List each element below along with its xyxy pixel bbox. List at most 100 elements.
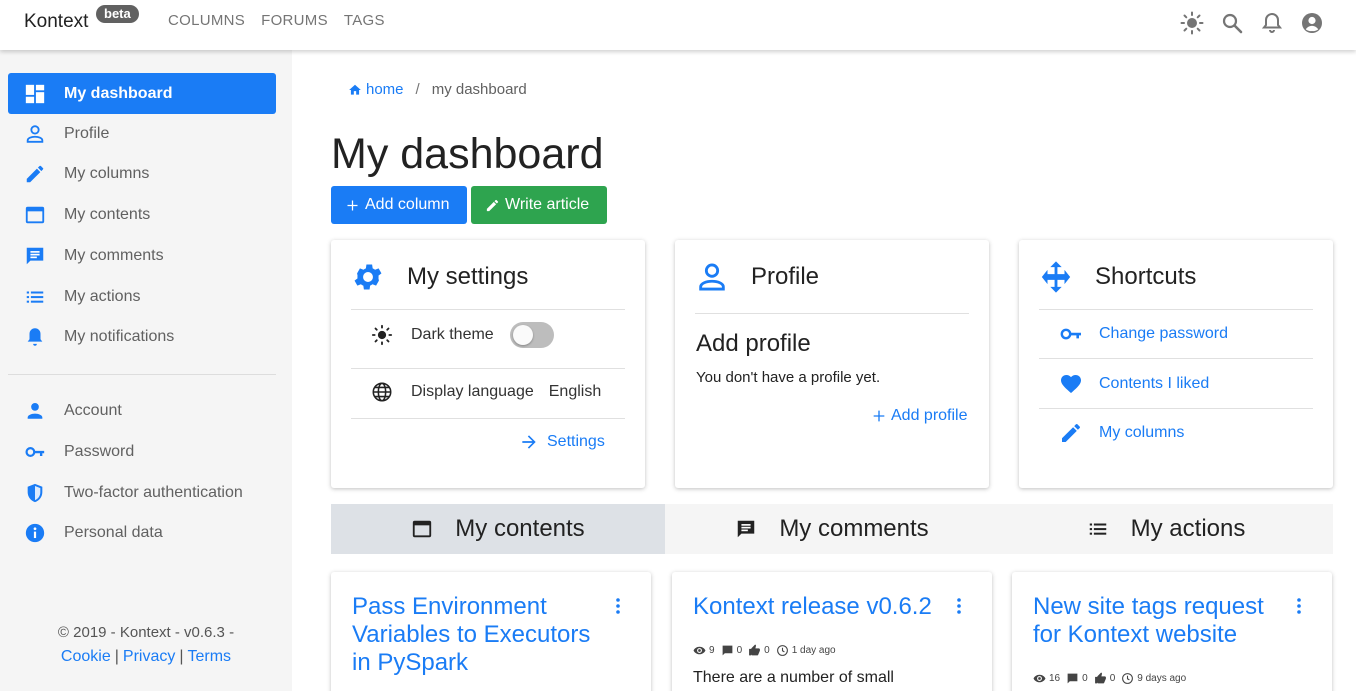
my-columns-link[interactable]: My columns [1059, 421, 1184, 445]
add-profile-link[interactable]: Add profile [871, 407, 968, 425]
tab-my-contents[interactable]: My contents [331, 504, 665, 554]
tab-my-comments[interactable]: My comments [665, 504, 999, 554]
comment-icon [722, 645, 732, 656]
change-password-link[interactable]: Change password [1059, 322, 1228, 346]
globe-icon [372, 382, 392, 402]
sidebar-item-my-columns[interactable]: My columns [8, 153, 276, 194]
settings-link-label: Settings [547, 433, 605, 450]
theme-icon[interactable] [1180, 11, 1204, 35]
post-meta: 16 0 0 9 days ago [1033, 672, 1192, 685]
thumb-up-icon [1094, 672, 1106, 684]
privacy-link[interactable]: Privacy [123, 648, 175, 665]
display-language-label: Display language [411, 383, 534, 400]
add-column-label: Add column [365, 196, 450, 213]
pencil-icon [26, 165, 44, 183]
plus-icon [347, 200, 358, 210]
sidebar-item-label: Profile [64, 124, 110, 142]
content-tabs: My contents My comments My actions [331, 504, 1333, 554]
display-language-value[interactable]: English [549, 383, 601, 401]
more-vert-icon[interactable] [1290, 597, 1308, 615]
sidebar: My dashboard Profile My columns My conte… [0, 50, 292, 691]
more-vert-icon[interactable] [609, 597, 627, 615]
view-count: 9 [709, 645, 715, 656]
sidebar-item-account[interactable]: Account [8, 390, 276, 431]
post-card: Kontext release v0.6.2 9 0 0 1 day ago T… [672, 572, 992, 691]
sidebar-item-personal-data[interactable]: Personal data [8, 512, 276, 553]
cookie-link[interactable]: Cookie [61, 648, 111, 665]
sidebar-item-two-factor-authentication[interactable]: Two-factor authentication [8, 472, 276, 513]
bell-icon[interactable] [1260, 11, 1284, 35]
sidebar-item-my-notifications[interactable]: My notifications [8, 316, 276, 357]
person-icon [27, 403, 43, 419]
key-icon [1060, 328, 1081, 340]
contents-liked-link[interactable]: Contents I liked [1059, 372, 1209, 396]
more-vert-icon[interactable] [950, 597, 968, 615]
change-password-label: Change password [1099, 325, 1228, 342]
add-column-button[interactable]: Add column [331, 186, 467, 224]
breadcrumb-current: my dashboard [431, 81, 527, 98]
dark-theme-label: Dark theme [411, 326, 494, 343]
nav-columns[interactable]: COLUMNS [168, 12, 245, 29]
window-icon [413, 520, 432, 538]
comment-icon [26, 247, 44, 265]
post-time: 9 days ago [1137, 673, 1187, 684]
nav-tags[interactable]: TAGS [344, 12, 385, 29]
post-title[interactable]: New site tags request for Kontext websit… [1033, 593, 1283, 649]
comment-icon [1067, 673, 1078, 684]
display-language-row: Display language English [371, 381, 601, 403]
search-icon[interactable] [1220, 11, 1244, 35]
gear-icon [354, 264, 382, 290]
settings-card: My settings Dark theme Display language … [331, 240, 645, 488]
window-icon [25, 206, 45, 224]
my-columns-label: My columns [1099, 424, 1185, 441]
top-app-bar: Kontext beta COLUMNS FORUMS TAGS [0, 0, 1356, 50]
tab-my-actions[interactable]: My actions [999, 504, 1333, 554]
breadcrumb: home / my dashboard [348, 81, 527, 98]
write-article-button[interactable]: Write article [471, 186, 607, 224]
sidebar-item-my-actions[interactable]: My actions [8, 276, 276, 317]
comment-count: 0 [1082, 673, 1088, 684]
settings-link[interactable]: Settings [519, 432, 605, 452]
like-count: 0 [1109, 673, 1116, 684]
post-time: 1 day ago [791, 645, 836, 656]
dark-theme-row: Dark theme [371, 322, 554, 348]
person-icon [26, 125, 44, 143]
dark-theme-toggle[interactable] [509, 322, 554, 348]
sidebar-item-my-dashboard[interactable]: My dashboard [8, 73, 276, 114]
sidebar-item-label: My contents [64, 205, 151, 223]
arrow-right-icon [522, 435, 536, 449]
eye-icon [693, 646, 706, 655]
sidebar-item-password[interactable]: Password [8, 431, 276, 472]
bell-icon [27, 328, 43, 346]
sidebar-item-label: Account [64, 401, 122, 419]
eye-icon [1033, 674, 1046, 683]
comment-icon [738, 520, 755, 538]
plus-icon [873, 410, 885, 422]
post-title[interactable]: Pass Environment Variables to Executors … [352, 593, 602, 677]
nav-forums[interactable]: FORUMS [261, 12, 328, 29]
breadcrumb-home[interactable]: home [366, 81, 404, 98]
info-icon [25, 523, 45, 543]
view-count: 16 [1049, 673, 1061, 684]
home-icon[interactable] [348, 83, 362, 97]
sidebar-item-my-contents[interactable]: My contents [8, 194, 276, 235]
sidebar-item-label: My columns [64, 164, 150, 182]
settings-card-title: My settings [407, 263, 529, 290]
profile-card-title: Profile [751, 263, 820, 290]
pencil-icon [1062, 424, 1080, 442]
divider [351, 309, 625, 310]
sidebar-item-my-comments[interactable]: My comments [8, 235, 276, 276]
clock-icon [1122, 673, 1134, 684]
profile-empty-text: You don't have a profile yet. [696, 369, 881, 386]
terms-link[interactable]: Terms [188, 648, 232, 665]
key-icon [25, 447, 45, 457]
sun-icon [371, 324, 393, 346]
post-card: Pass Environment Variables to Executors … [331, 572, 651, 691]
post-title[interactable]: Kontext release v0.6.2 [693, 593, 943, 621]
write-article-label: Write article [505, 196, 590, 213]
divider [351, 368, 625, 369]
sidebar-item-profile[interactable]: Profile [8, 113, 276, 154]
tab-label: My actions [1130, 515, 1246, 542]
account-circle-icon[interactable] [1300, 11, 1324, 35]
app-logo[interactable]: Kontext [24, 11, 88, 33]
